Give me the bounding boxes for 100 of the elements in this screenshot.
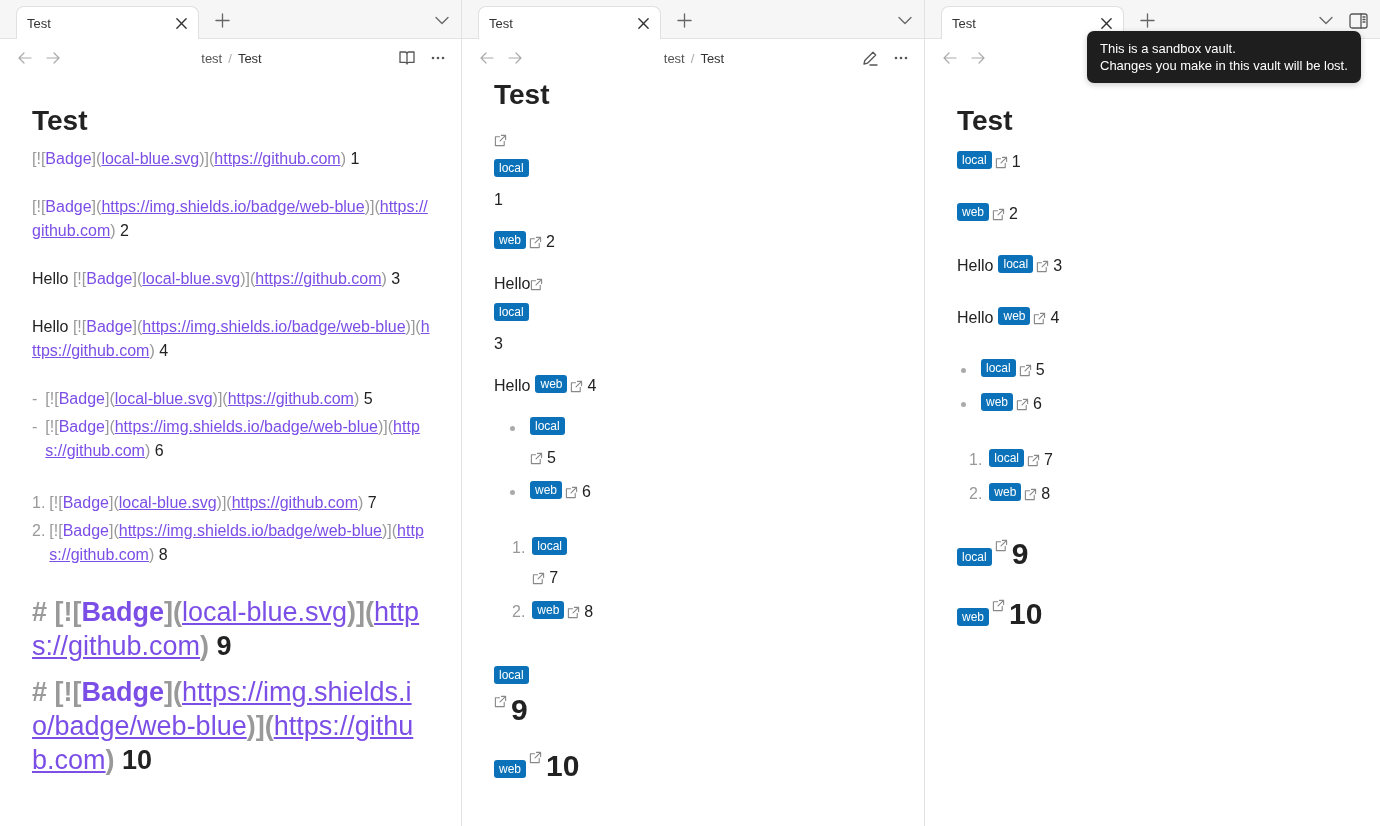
markdown-source-line: [![Badge](https://img.shields.io/badge/web-blue)](https://github.com) 8 <box>49 521 425 565</box>
paragraph-text: 1 <box>494 191 503 208</box>
external-link-icon[interactable] <box>530 452 543 465</box>
badge-image[interactable]: local <box>957 151 992 169</box>
paragraph-text: 3 <box>1053 257 1063 274</box>
external-link-icon[interactable] <box>529 236 542 249</box>
external-link-icon[interactable] <box>1024 488 1038 501</box>
paragraph-text: 7 <box>1044 451 1053 468</box>
external-link-icon[interactable] <box>1036 260 1050 273</box>
external-link-icon[interactable] <box>1018 364 1032 377</box>
badge-image[interactable]: web <box>530 481 562 499</box>
external-link-icon[interactable] <box>532 572 546 585</box>
external-link-icon[interactable] <box>994 156 1008 169</box>
badge-image[interactable]: local <box>494 666 529 684</box>
external-link-icon[interactable] <box>1016 398 1029 411</box>
paragraph-text: 4 <box>587 377 597 394</box>
badge-image[interactable]: web <box>957 608 989 626</box>
note-title: Test <box>32 104 89 138</box>
heading-text: 10 <box>546 749 580 782</box>
bullet-dot <box>961 401 966 407</box>
heading-text: 9 <box>511 693 528 726</box>
book-icon[interactable] <box>399 51 415 65</box>
breadcrumb-file[interactable]: Test <box>237 50 262 66</box>
back-arrow-icon[interactable] <box>480 52 494 64</box>
new-tab-icon[interactable] <box>677 13 692 28</box>
badge-image[interactable]: web <box>989 483 1022 501</box>
badge-image[interactable]: local <box>530 417 565 435</box>
badge-image[interactable]: local <box>532 537 568 555</box>
list-marker: 1. <box>512 538 526 558</box>
breadcrumb-file[interactable]: Test <box>700 50 725 66</box>
external-link-icon[interactable] <box>992 208 1005 221</box>
external-link-icon[interactable] <box>567 606 581 619</box>
paragraph-text: 6 <box>582 483 591 500</box>
markdown-heading-line: # [![Badge](local-blue.svg)](https://github.com) 9 <box>32 596 421 663</box>
badge-image[interactable]: local <box>957 548 992 566</box>
external-link-icon[interactable] <box>1033 312 1047 325</box>
markdown-heading-line: # [![Badge](https://img.shields.io/badge/web-blue)](https://github.com) 10 <box>32 676 415 777</box>
close-icon[interactable] <box>637 16 650 30</box>
badge-image[interactable]: local <box>998 255 1034 273</box>
tab[interactable]: Test <box>941 6 1124 39</box>
paragraph-text: 7 <box>549 569 559 586</box>
list-marker: - <box>32 417 38 437</box>
external-link-icon[interactable] <box>570 380 584 393</box>
more-options-icon[interactable] <box>431 56 445 60</box>
chevron-down-icon[interactable] <box>435 16 449 25</box>
badge-image[interactable]: web <box>998 307 1031 325</box>
markdown-source-line: Hello [![Badge](local-blue.svg)](https://github.com) 3 <box>32 269 402 289</box>
chevron-down-icon[interactable] <box>1319 16 1333 25</box>
list-marker: 2. <box>32 521 46 541</box>
new-tab-icon[interactable] <box>1140 13 1155 28</box>
external-link-icon[interactable] <box>530 278 544 291</box>
external-link-icon[interactable] <box>494 134 507 147</box>
paragraph-text: Hello <box>494 275 531 292</box>
more-options-icon[interactable] <box>894 56 908 60</box>
external-link-icon[interactable] <box>494 695 507 708</box>
pencil-icon[interactable] <box>862 50 878 66</box>
back-arrow-icon[interactable] <box>943 52 957 64</box>
note-title: Test <box>957 104 1014 138</box>
forward-arrow-icon[interactable] <box>508 52 522 64</box>
external-link-icon[interactable] <box>529 751 542 764</box>
badge-image[interactable]: local <box>494 303 529 321</box>
paragraph-text: 3 <box>494 335 503 352</box>
list-marker: 1. <box>32 493 46 513</box>
bullet-dot <box>961 367 966 373</box>
external-link-icon[interactable] <box>1027 454 1041 467</box>
tab-title: Test <box>952 15 976 31</box>
badge-image[interactable]: web <box>494 231 526 249</box>
external-link-icon[interactable] <box>994 539 1008 552</box>
badge-image[interactable]: web <box>494 760 526 778</box>
close-icon[interactable] <box>175 16 188 30</box>
forward-arrow-icon[interactable] <box>46 52 60 64</box>
badge-image[interactable]: web <box>957 203 989 221</box>
breadcrumb-separator: / <box>690 50 695 66</box>
list-marker: 2. <box>969 484 983 504</box>
tooltip: This is a sandbox vault. Changes you make in this vault will be lost. <box>1087 31 1361 83</box>
badge-image[interactable]: web <box>532 601 565 619</box>
paragraph-text: 8 <box>1041 485 1051 502</box>
paragraph-text: 5 <box>1035 361 1045 378</box>
heading-text: 10 <box>1009 597 1043 630</box>
tab[interactable]: Test <box>16 6 199 39</box>
chevron-down-icon[interactable] <box>898 16 912 25</box>
forward-arrow-icon[interactable] <box>971 52 985 64</box>
tab[interactable]: Test <box>478 6 661 39</box>
badge-image[interactable]: local <box>494 159 529 177</box>
badge-image[interactable]: local <box>981 359 1016 377</box>
back-arrow-icon[interactable] <box>18 52 32 64</box>
breadcrumb-folder[interactable]: test <box>663 50 685 66</box>
badge-image[interactable]: web <box>535 375 568 393</box>
paragraph-text: 6 <box>1033 395 1042 412</box>
paragraph-text: 5 <box>547 449 556 466</box>
sidebar-toggle-icon[interactable] <box>1349 12 1368 29</box>
breadcrumb-folder[interactable]: test <box>201 50 223 66</box>
new-tab-icon[interactable] <box>215 13 230 28</box>
list-marker: - <box>32 389 38 409</box>
external-link-icon[interactable] <box>992 599 1005 612</box>
badge-image[interactable]: local <box>989 449 1025 467</box>
external-link-icon[interactable] <box>565 486 578 499</box>
close-icon[interactable] <box>1100 16 1113 30</box>
paragraph-text: Hello <box>957 257 994 274</box>
badge-image[interactable]: web <box>981 393 1013 411</box>
